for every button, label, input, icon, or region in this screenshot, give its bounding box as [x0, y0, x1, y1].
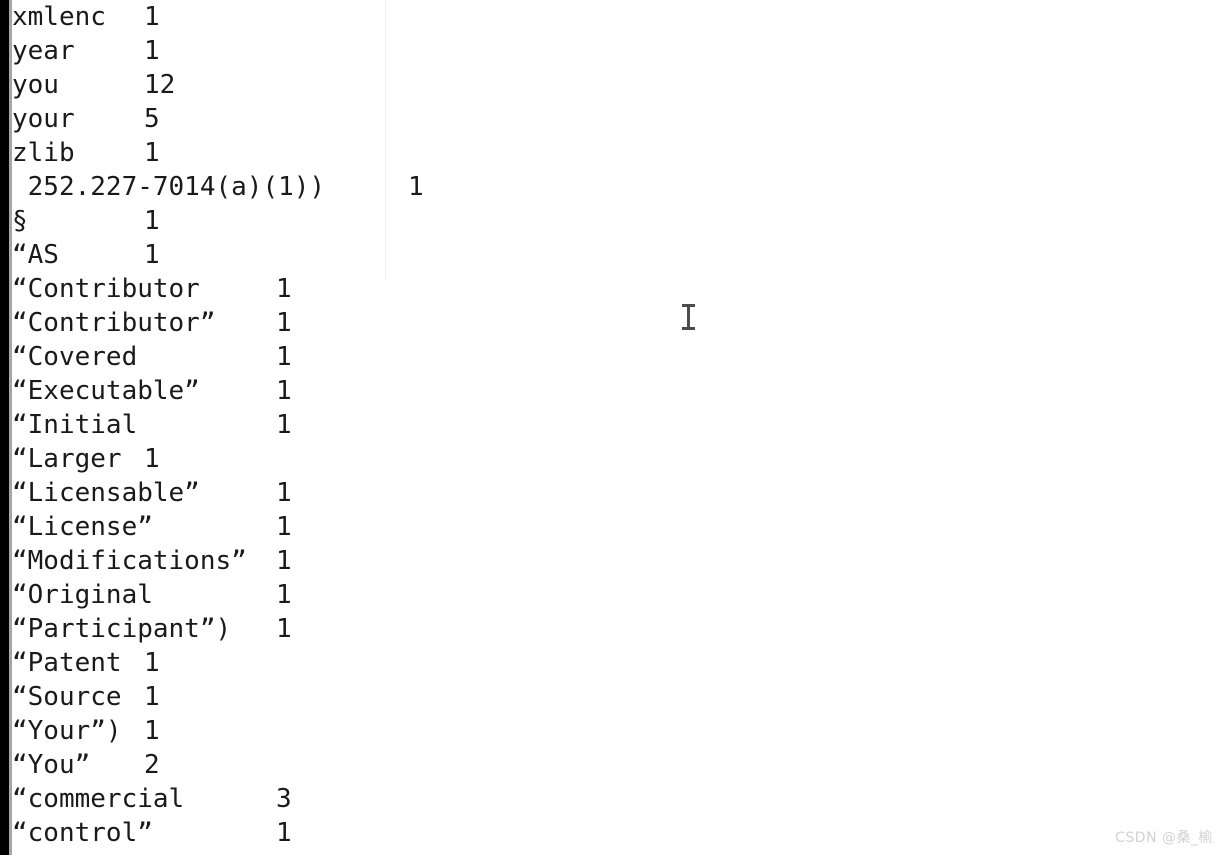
terminal-line: “Your”) 1 — [12, 714, 1225, 748]
count-value: 1 — [144, 2, 160, 32]
terminal-line: “Contributor” 1 — [12, 306, 1225, 340]
terminal-line: “control” 1 — [12, 816, 1225, 850]
term-text: “Participant”) — [12, 614, 232, 644]
term-text: “License” — [12, 512, 153, 542]
left-black-gutter — [0, 0, 9, 855]
terminal-output-area[interactable]: xmlenc 1 year 1 you 12 your 5 zlib 1 252.227-7014… — [12, 0, 1225, 855]
count-value: 1 — [276, 512, 292, 542]
terminal-line: “Contributor 1 — [12, 272, 1225, 306]
term-text: § — [12, 206, 28, 236]
terminal-line: your 5 — [12, 102, 1225, 136]
terminal-line: 252.227-7014(a)(1)) 1 — [12, 170, 1225, 204]
term-text: your — [12, 104, 75, 134]
terminal-line: § 1 — [12, 204, 1225, 238]
count-value: 1 — [408, 172, 424, 202]
count-value: 1 — [144, 648, 160, 678]
count-value: 1 — [144, 444, 160, 474]
count-value: 1 — [144, 716, 160, 746]
terminal-line: year 1 — [12, 34, 1225, 68]
terminal-line: “Licensable” 1 — [12, 476, 1225, 510]
count-value: 12 — [144, 70, 176, 100]
count-value: 1 — [144, 240, 160, 270]
terminal-line: “commercial 3 — [12, 782, 1225, 816]
term-text: “commercial — [12, 784, 185, 814]
count-value: 1 — [276, 580, 292, 610]
term-text: “Patent — [12, 648, 122, 678]
term-text: “Your”) — [12, 716, 122, 746]
terminal-line: “You” 2 — [12, 748, 1225, 782]
terminal-window: xmlenc 1 year 1 you 12 your 5 zlib 1 252.227-7014… — [0, 0, 1225, 855]
terminal-line: “Modifications” 1 — [12, 544, 1225, 578]
term-text: year — [12, 36, 75, 66]
term-text: 252.227-7014(a)(1)) — [12, 172, 326, 202]
count-value: 1 — [276, 546, 292, 576]
terminal-line: “Participant”) 1 — [12, 612, 1225, 646]
terminal-line: “Patent 1 — [12, 646, 1225, 680]
count-value: 1 — [144, 36, 160, 66]
count-value: 1 — [276, 818, 292, 848]
count-value: 1 — [144, 206, 160, 236]
count-value: 1 — [276, 342, 292, 372]
count-value: 1 — [276, 614, 292, 644]
term-text: you — [12, 70, 59, 100]
term-text: “Contributor” — [12, 308, 216, 338]
terminal-line: “AS 1 — [12, 238, 1225, 272]
term-text: zlib — [12, 138, 75, 168]
terminal-line: zlib 1 — [12, 136, 1225, 170]
terminal-line: you 12 — [12, 68, 1225, 102]
terminal-line: “Larger 1 — [12, 442, 1225, 476]
term-text: “Covered — [12, 342, 138, 372]
terminal-line: “Original 1 — [12, 578, 1225, 612]
count-value: 1 — [276, 274, 292, 304]
terminal-line: xmlenc 1 — [12, 0, 1225, 34]
term-text: “Modifications” — [12, 546, 247, 576]
term-text: “notice — [12, 850, 144, 855]
count-value: 2 — [144, 750, 160, 780]
term-text: “Larger — [12, 444, 122, 474]
term-text: “Initial — [12, 410, 138, 440]
terminal-line: “Executable” 1 — [12, 374, 1225, 408]
term-text: “Licensable” — [12, 478, 200, 508]
term-text: “control” — [12, 818, 153, 848]
count-value: 1 — [276, 308, 292, 338]
term-text: “Source — [12, 682, 122, 712]
count-value: 5 — [144, 104, 160, 134]
count-value: 1 — [144, 850, 160, 855]
terminal-line: “Initial 1 — [12, 408, 1225, 442]
term-text: “You” — [12, 750, 91, 780]
term-text: “Executable” — [12, 376, 200, 406]
count-value: 1 — [276, 478, 292, 508]
count-value: 1 — [144, 138, 160, 168]
term-text: xmlenc — [12, 2, 106, 32]
terminal-line: “Source 1 — [12, 680, 1225, 714]
count-value: 3 — [276, 784, 292, 814]
count-value: 1 — [276, 410, 292, 440]
terminal-line: “notice1 — [12, 850, 1225, 855]
csdn-watermark: CSDN @桑_榆 — [1115, 830, 1213, 846]
term-text: “AS — [12, 240, 59, 270]
term-text: “Original — [12, 580, 153, 610]
count-value: 1 — [276, 376, 292, 406]
term-text: “Contributor — [12, 274, 200, 304]
terminal-line: “Covered 1 — [12, 340, 1225, 374]
terminal-line: “License” 1 — [12, 510, 1225, 544]
count-value: 1 — [144, 682, 160, 712]
